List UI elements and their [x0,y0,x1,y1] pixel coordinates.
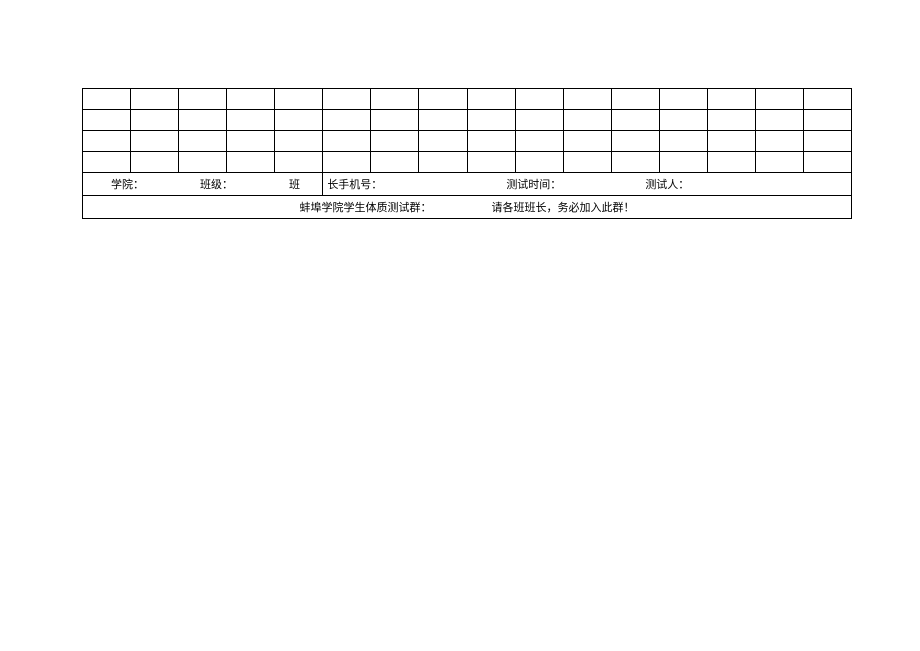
table-cell [275,89,323,110]
table-row [83,89,852,110]
table-cell [707,152,755,173]
table-cell [707,131,755,152]
table-cell [83,110,131,131]
table-cell [323,131,371,152]
form-table: 学院： 班级： 班 长手机号： 测试时间： 测试人： 蚌埠学院学生体 [82,88,852,219]
table-cell [611,110,659,131]
table-cell [659,89,707,110]
table-cell [659,110,707,131]
table-cell [371,110,419,131]
table-cell [83,89,131,110]
table-cell [467,110,515,131]
table-cell [755,152,803,173]
notice-text: 请各班班长，务必加入此群！ [492,199,635,215]
table-cell [707,89,755,110]
table-cell [275,110,323,131]
table-cell [83,152,131,173]
table-cell [227,89,275,110]
table-cell [371,131,419,152]
table-cell [755,131,803,152]
table-cell [323,89,371,110]
table-cell [131,110,179,131]
group-label: 蚌埠学院学生体质测试群： [300,199,432,215]
table-cell [611,131,659,152]
table-cell [659,131,707,152]
table-cell [419,89,467,110]
table-cell [563,89,611,110]
phone-label: 长手机号： [327,176,382,192]
table-cell [179,131,227,152]
table-cell [563,131,611,152]
table-cell [467,89,515,110]
class-label: 班级： [148,176,233,192]
table-cell [227,131,275,152]
table-cell [179,152,227,173]
table-cell [179,89,227,110]
table-cell [467,131,515,152]
table-cell [227,152,275,173]
table-cell [227,110,275,131]
table-cell [611,89,659,110]
table-cell [611,152,659,173]
table-cell [659,152,707,173]
table-cell [515,152,563,173]
table-cell [803,131,851,152]
table-cell [563,110,611,131]
info-cell-left: 学院： 班级： 班 [83,173,323,196]
table-cell [515,110,563,131]
table-cell [803,110,851,131]
tester-label: 测试人： [565,176,689,192]
table-cell [131,131,179,152]
table-cell [323,152,371,173]
table-cell [515,131,563,152]
table-cell [515,89,563,110]
table-row [83,110,852,131]
table-cell [131,152,179,173]
table-cell [371,152,419,173]
info-cell-right: 长手机号： 测试时间： 测试人： [323,173,852,196]
ban-suffix: 班 [237,176,300,192]
test-time-label: 测试时间： [386,176,561,192]
table-cell [275,152,323,173]
table-cell [803,152,851,173]
table-cell [323,110,371,131]
table-cell [275,131,323,152]
form-table-container: 学院： 班级： 班 长手机号： 测试时间： 测试人： 蚌埠学院学生体 [82,88,852,219]
table-cell [419,110,467,131]
table-cell [83,131,131,152]
table-cell [419,152,467,173]
table-cell [563,152,611,173]
table-cell [467,152,515,173]
college-label: 学院： [87,176,144,192]
footer-cell: 蚌埠学院学生体质测试群： 请各班班长，务必加入此群！ [83,196,852,219]
table-cell [755,110,803,131]
table-row [83,131,852,152]
table-cell [419,131,467,152]
footer-row: 蚌埠学院学生体质测试群： 请各班班长，务必加入此群！ [83,196,852,219]
table-cell [803,89,851,110]
table-cell [707,110,755,131]
info-row: 学院： 班级： 班 长手机号： 测试时间： 测试人： [83,173,852,196]
table-cell [179,110,227,131]
table-cell [755,89,803,110]
table-cell [131,89,179,110]
table-row [83,152,852,173]
table-cell [371,89,419,110]
